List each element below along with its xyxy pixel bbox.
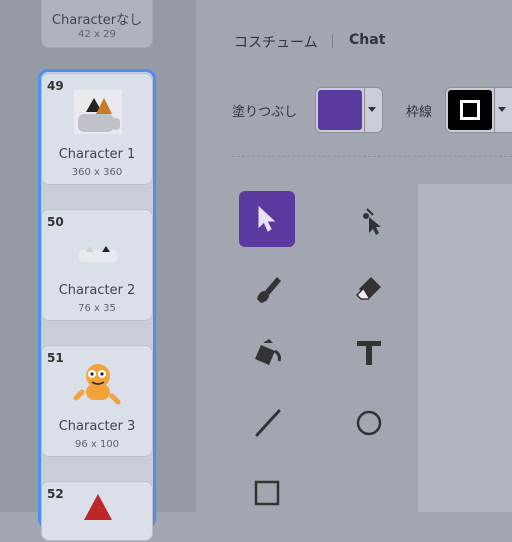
text-icon [357,341,381,365]
costume-size: 76 x 35 [78,303,116,314]
costume-size: 42 x 29 [78,29,116,40]
costume-thumbnail [84,494,112,520]
swatch-separator [494,88,495,132]
costume-number: 50 [47,215,64,229]
costume-item-characternashi[interactable]: Characterなし 42 x 29 [41,0,153,48]
costume-name: Character 1 [58,147,136,162]
costume-item-character-2[interactable]: 50 Character 2 76 x 35 [41,209,153,321]
paint-canvas[interactable] [418,184,512,512]
costume-number: 51 [47,351,64,365]
fill-color-picker[interactable] [315,87,383,133]
costume-name: Characterなし [51,13,143,28]
fill-label: 塗りつぶし [232,105,298,120]
fill-color-swatch [318,90,362,130]
costume-thumbnail [73,364,121,405]
costume-item-52[interactable]: 52 [41,481,153,541]
costume-name: Character 3 [58,419,136,434]
tab-costume[interactable]: コスチューム [234,32,318,52]
costume-item-character-3[interactable]: 51 Character 3 96 x 100 [41,345,153,457]
eraser-tool[interactable] [341,261,397,317]
costume-size: 360 x 360 [71,167,123,178]
arrow-pointer-icon [258,205,276,232]
costume-thumbnail [78,246,118,262]
reshape-tool[interactable] [341,191,397,247]
line-icon [255,409,281,437]
outline-square-icon [460,100,480,120]
chevron-down-icon [498,107,506,112]
select-tool[interactable] [239,191,295,247]
rectangle-icon [254,480,280,506]
chevron-down-icon [368,107,376,112]
costume-number: 52 [47,487,64,501]
costume-item-character-1[interactable]: 49 Character 1 360 x 360 [41,73,153,185]
swatch-separator [364,88,365,132]
rectangle-tool[interactable] [239,465,295,521]
fill-tool[interactable] [239,325,295,381]
brush-tool[interactable] [239,261,295,317]
bucket-icon [255,339,281,365]
toolbar-divider [232,156,512,157]
eraser-icon [355,277,381,300]
reshape-icon [363,208,381,235]
tab-separator [332,34,333,48]
costume-number: 49 [47,79,64,93]
outline-label: 枠線 [406,105,433,120]
circle-tool[interactable] [341,395,397,451]
costume-name: Character 2 [58,283,136,298]
text-tool[interactable] [341,325,397,381]
brush-icon [257,277,281,303]
circle-icon [356,410,382,436]
costume-size: 96 x 100 [74,439,120,450]
outline-color-picker[interactable] [445,87,512,133]
costume-list: Characterなし 42 x 29 49 Character 1 360 x… [0,0,196,541]
line-tool[interactable] [239,395,295,451]
tab-chat[interactable]: Chat [349,32,385,48]
costume-thumbnail [74,90,122,134]
